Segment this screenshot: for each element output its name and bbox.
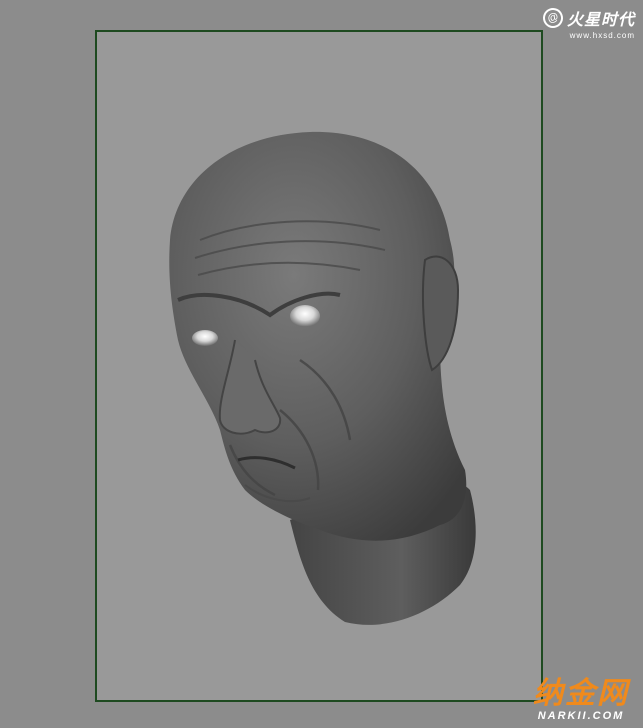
watermark-bottom-url: NARKII.COM	[537, 710, 625, 722]
right-eye	[290, 305, 320, 327]
ear-shape	[421, 255, 460, 372]
watermark-top-name: 火星时代	[566, 12, 635, 29]
hxsd-watermark: @ 火星时代 www.hxsd.com	[540, 5, 635, 40]
3d-viewport[interactable]: @ 火星时代 www.hxsd.com 纳金网 NARKII.COM	[0, 0, 643, 728]
sculpted-head-model[interactable]	[0, 0, 643, 728]
watermark-bottom-name: 纳金网	[533, 677, 629, 710]
left-eye	[192, 330, 218, 346]
narkii-watermark: 纳金网 NARKII.COM	[533, 677, 629, 723]
watermark-top-url: www.hxsd.com	[569, 31, 635, 40]
swirl-logo-icon: @	[540, 5, 566, 31]
